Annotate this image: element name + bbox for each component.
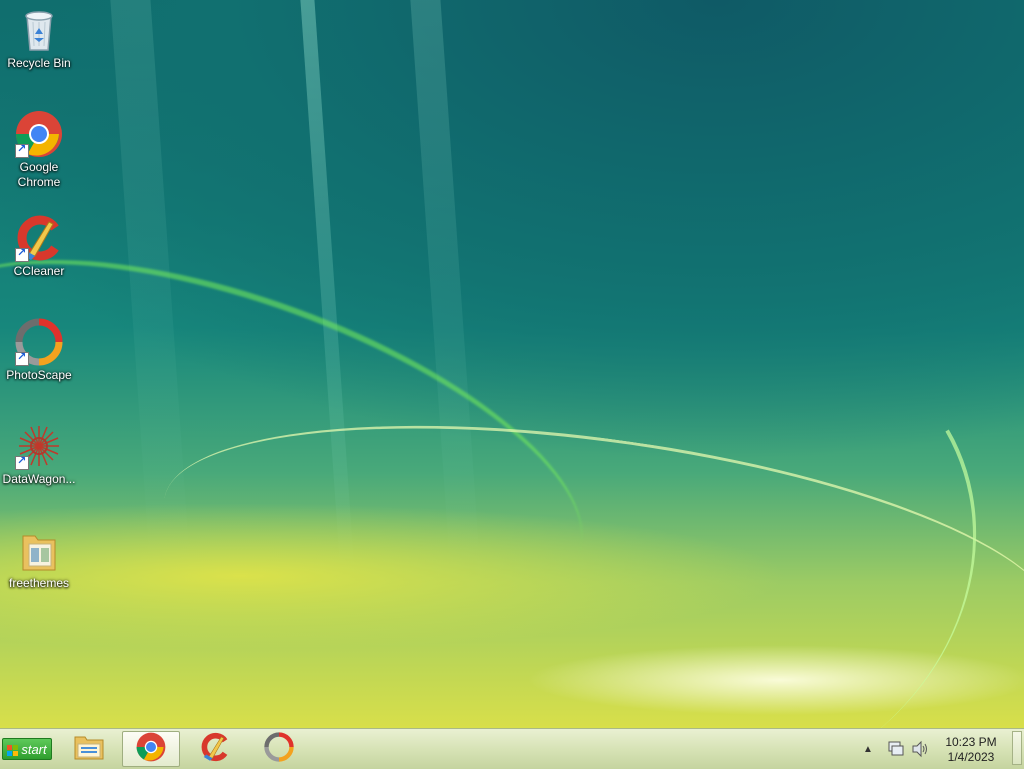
desktop-icon-label: freethemes [8,576,70,590]
clock-time: 10:23 PM [945,735,997,749]
taskbar-photoscape[interactable] [250,731,308,767]
folder-icon [15,526,63,574]
shortcut-arrow-icon [15,350,29,366]
clock-date: 1/4/2023 [947,750,995,764]
chrome-icon [136,732,166,767]
file-explorer-icon [73,733,105,766]
ccleaner-icon [15,214,63,262]
start-label: start [21,741,47,757]
shortcut-arrow-icon [15,142,29,158]
network-tray-button[interactable] [886,739,906,759]
desktop-icon-label: PhotoScape [6,368,72,382]
shortcut-arrow-icon [15,246,29,262]
show-desktop-button[interactable] [1012,731,1022,765]
network-icon [886,741,906,763]
desktop-icon-recycle-bin[interactable]: Recycle Bin [0,6,78,71]
desktop-icon-photoscape[interactable]: PhotoScape [0,318,78,383]
chevron-up-icon: ▲ [863,743,873,755]
volume-icon [910,740,930,763]
photoscape-icon [15,318,63,366]
taskbar-ccleaner[interactable] [186,731,244,767]
recycle-bin-icon [15,6,63,54]
desktop[interactable]: Recycle Bin Google Chrome CCl [0,0,1024,728]
start-button[interactable]: start [2,738,52,760]
desktop-icon-label: Google Chrome [17,160,61,189]
ccleaner-icon [200,732,230,767]
tray-overflow-button[interactable]: ▲ [860,741,876,757]
desktop-icon-label: CCleaner [13,264,65,278]
desktop-icon-ccleaner[interactable]: CCleaner [0,214,78,279]
datawagon-icon [15,422,63,470]
desktop-icon-freethemes[interactable]: freethemes [0,526,78,591]
chrome-icon [15,110,63,158]
taskbar-chrome[interactable] [122,731,180,767]
shortcut-arrow-icon [15,454,29,470]
volume-tray-button[interactable] [910,739,930,759]
taskbar: start ▲ 10:23 PM 1/4/2023 [0,728,1024,769]
photoscape-icon [264,731,294,767]
clock[interactable]: 10:23 PM 1/4/2023 [932,735,1010,765]
desktop-icon-label: DataWagon... [2,472,76,486]
desktop-icon-label: Recycle Bin [7,56,71,70]
desktop-icon-datawagon[interactable]: DataWagon... [0,422,78,487]
taskbar-file-explorer[interactable] [60,731,118,767]
windows-logo-icon [7,744,19,756]
desktop-icon-google-chrome[interactable]: Google Chrome [0,110,78,190]
